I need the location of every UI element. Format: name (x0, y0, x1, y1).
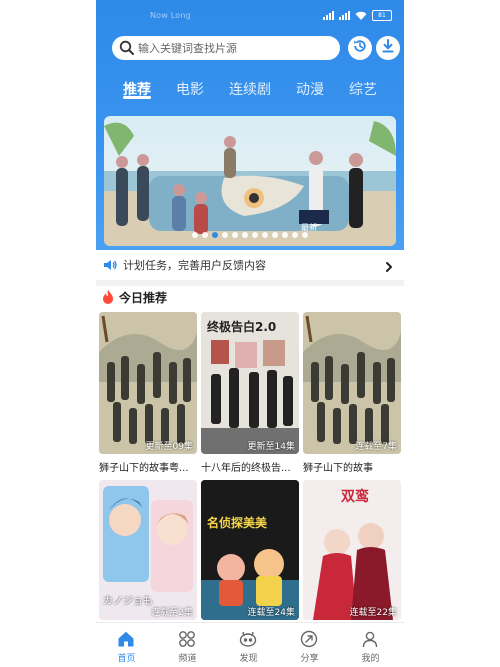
status-bar: Now Long 81 (96, 0, 404, 28)
featured-banner[interactable]: 最新 (104, 116, 396, 246)
search-icon (119, 40, 135, 60)
banner-dot[interactable] (192, 232, 198, 238)
history-icon (352, 38, 368, 58)
episode-badge: 更新至09集 (145, 442, 193, 452)
tab-movies[interactable]: 电影 (176, 79, 204, 99)
nav-label: 分享 (300, 654, 319, 664)
video-card[interactable]: 更新至09集 狮子山下的故事粤... (99, 312, 197, 477)
nav-label: 我的 (361, 654, 380, 664)
video-card[interactable]: 双鸾 连载至22集 (303, 480, 401, 620)
announcement-text: 计划任务，完善用户反馈内容 (123, 259, 266, 272)
poster-title-text: 名侦探美美 (207, 516, 268, 530)
video-poster: 更新至09集 (99, 312, 197, 454)
episode-badge: 连载至22集 (349, 608, 397, 618)
banner-dot[interactable] (262, 232, 268, 238)
banner-pagination (104, 232, 396, 238)
signal-icon-2 (339, 11, 350, 20)
chevron-right-icon (384, 258, 394, 277)
banner-dot-active[interactable] (212, 232, 218, 238)
nav-channels[interactable]: 频道 (157, 623, 218, 667)
video-card[interactable]: 名侦探美美 连载至24集 (201, 480, 299, 620)
announcement-bar[interactable]: 计划任务，完善用户反馈内容 (96, 252, 404, 278)
status-icons: 81 (323, 10, 392, 21)
download-icon (380, 38, 396, 58)
nav-label: 发现 (239, 654, 258, 664)
banner-dot[interactable] (252, 232, 258, 238)
channels-icon (178, 630, 196, 648)
video-poster: 名侦探美美 连载至24集 (201, 480, 299, 620)
carrier-label: Now Long (150, 11, 191, 20)
video-title: 狮子山下的故事 (303, 463, 373, 474)
battery-icon: 81 (372, 10, 392, 21)
banner-dot[interactable] (232, 232, 238, 238)
video-poster: 双鸾 连载至22集 (303, 480, 401, 620)
app-screen: Now Long 81 输入关键词查找片源 推荐 电影 连续剧 动漫 综艺 最新… (96, 0, 404, 667)
banner-tag: 最新 (301, 223, 317, 232)
video-poster: 终极告白2.0 更新至14集 (201, 312, 299, 454)
tab-anime[interactable]: 动漫 (296, 79, 324, 99)
banner-dot[interactable] (272, 232, 278, 238)
video-card[interactable]: 连载至7集 狮子山下的故事 (303, 312, 401, 477)
video-title: 狮子山下的故事粤... (99, 463, 189, 474)
banner-dot[interactable] (292, 232, 298, 238)
search-input[interactable] (138, 39, 334, 57)
share-icon (300, 630, 318, 648)
video-card[interactable]: カノジョも 连载至2集 (99, 480, 197, 620)
nav-home[interactable]: 首页 (96, 623, 157, 667)
section-title: 今日推荐 (119, 290, 168, 305)
banner-dot[interactable] (202, 232, 208, 238)
poster-title-text: 双鸾 (341, 489, 369, 505)
poster-title-text: 终极告白2.0 (207, 320, 277, 334)
download-button[interactable] (376, 36, 400, 60)
home-icon (117, 630, 135, 648)
active-tab-indicator (123, 96, 151, 99)
banner-dot[interactable] (242, 232, 248, 238)
banner-dot[interactable] (282, 232, 288, 238)
video-poster: カノジョも 连载至2集 (99, 480, 197, 620)
nav-discover[interactable]: 发现 (218, 623, 279, 667)
bottom-nav: 首页 频道 发现 分享 我的 (96, 622, 404, 667)
fire-icon (101, 289, 115, 305)
video-poster: 连载至7集 (303, 312, 401, 454)
banner-image (104, 116, 396, 246)
banner-dot[interactable] (222, 232, 228, 238)
poster-title-text: カノジョも (103, 596, 153, 607)
profile-icon (361, 630, 379, 648)
nav-label: 频道 (178, 654, 197, 664)
episode-badge: 连载至2集 (151, 608, 193, 618)
episode-badge: 连载至24集 (247, 608, 295, 618)
tab-variety[interactable]: 综艺 (349, 79, 377, 99)
wifi-icon (355, 11, 367, 20)
category-tabs: 推荐 电影 连续剧 动漫 综艺 (96, 70, 404, 104)
video-title: 十八年后的终极告... (201, 463, 291, 474)
video-card[interactable]: 终极告白2.0 更新至14集 十八年后的终极告... (201, 312, 299, 477)
nav-profile[interactable]: 我的 (340, 623, 401, 667)
tab-series[interactable]: 连续剧 (229, 79, 271, 99)
discover-icon (239, 630, 257, 648)
signal-icon (323, 11, 334, 20)
episode-badge: 连载至7集 (355, 442, 397, 452)
nav-share[interactable]: 分享 (279, 623, 340, 667)
speaker-icon (102, 257, 118, 277)
section-divider (96, 280, 404, 286)
section-header: 今日推荐 (101, 288, 167, 306)
history-button[interactable] (348, 36, 372, 60)
nav-label: 首页 (117, 654, 136, 664)
search-bar[interactable] (112, 36, 340, 60)
episode-badge: 更新至14集 (247, 442, 295, 452)
